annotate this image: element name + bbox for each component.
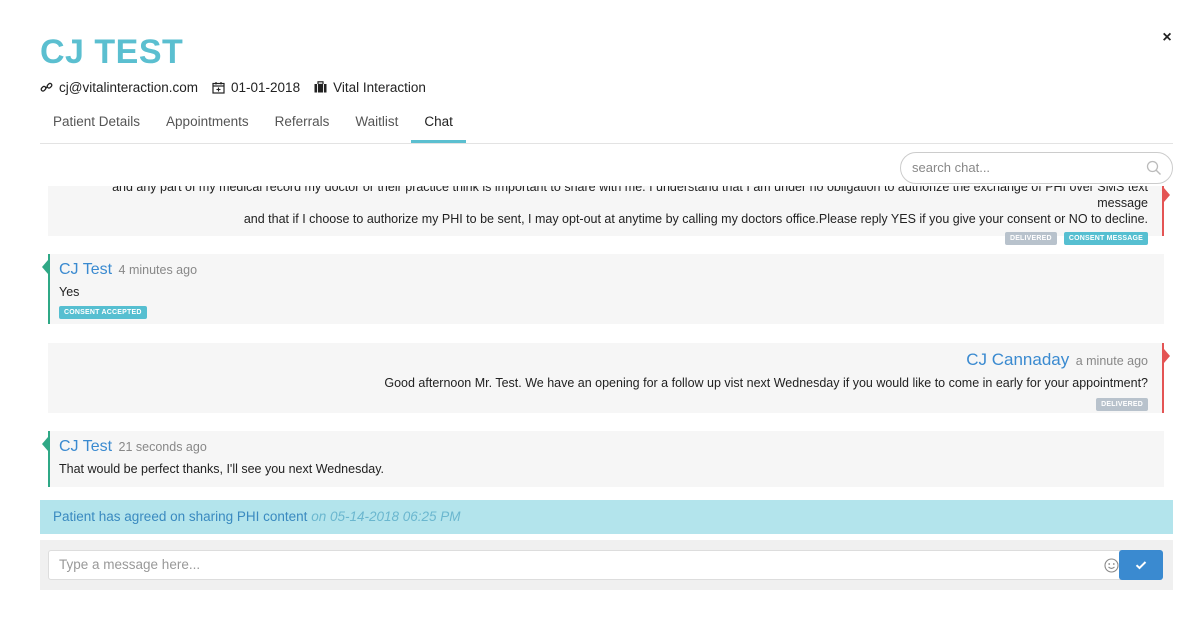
- send-button[interactable]: [1119, 550, 1163, 580]
- message-sender: CJ Test: [59, 438, 113, 455]
- message-time: 21 seconds ago: [118, 440, 207, 454]
- chat-message: and any part of my medical record my doc…: [48, 186, 1170, 245]
- check-icon: [1135, 561, 1147, 570]
- message-sender: CJ Test: [59, 261, 113, 278]
- meta-dob: 01-01-2018: [212, 80, 300, 95]
- tab-patient-details[interactable]: Patient Details: [40, 106, 153, 143]
- emoji-icon[interactable]: [1104, 558, 1119, 578]
- agreement-text: Patient has agreed on sharing PHI conten…: [53, 509, 308, 524]
- message-text: Yes: [59, 285, 80, 299]
- meta-email: cj@vitalinteraction.com: [40, 80, 198, 95]
- status-badge-consent-accepted: CONSENT ACCEPTED: [59, 306, 147, 319]
- chat-search-input[interactable]: [912, 160, 1132, 175]
- chat-message: CJ Test 4 minutes ago Yes CONSENT ACCEPT…: [42, 254, 1164, 324]
- phi-agreement-banner: Patient has agreed on sharing PHI conten…: [40, 500, 1173, 534]
- status-badge-consent-message: CONSENT MESSAGE: [1063, 232, 1148, 245]
- message-input-wrapper: [48, 550, 1157, 580]
- link-icon: [40, 82, 53, 92]
- patient-tabs: Patient Details Appointments Referrals W…: [40, 106, 1173, 144]
- message-composer: [40, 540, 1173, 590]
- tab-waitlist[interactable]: Waitlist: [342, 106, 411, 143]
- status-badge-delivered: DELIVERED: [1096, 398, 1148, 411]
- tab-appointments[interactable]: Appointments: [153, 106, 262, 143]
- chat-message: CJ Cannaday a minute ago Good afternoon …: [48, 343, 1170, 413]
- tab-referrals[interactable]: Referrals: [262, 106, 343, 143]
- tab-chat[interactable]: Chat: [411, 106, 466, 143]
- calendar-icon: [212, 81, 225, 94]
- status-badge-delivered: DELIVERED: [1004, 232, 1057, 245]
- agreement-date: on 05-14-2018 06:25 PM: [311, 509, 461, 524]
- patient-meta: cj@vitalinteraction.com 01-01-2018 Vital…: [40, 78, 440, 96]
- patient-organization: Vital Interaction: [333, 79, 426, 95]
- briefcase-icon: [314, 81, 327, 93]
- chat-search[interactable]: [900, 152, 1173, 184]
- meta-organization: Vital Interaction: [314, 80, 426, 95]
- patient-email: cj@vitalinteraction.com: [59, 79, 199, 95]
- chat-message-list[interactable]: and any part of my medical record my doc…: [40, 186, 1173, 491]
- message-input[interactable]: [59, 557, 1059, 572]
- close-button[interactable]: ×: [1159, 30, 1175, 46]
- message-text: That would be perfect thanks, I'll see y…: [59, 462, 385, 476]
- message-text: and any part of my medical record my doc…: [112, 186, 1148, 210]
- message-time: 4 minutes ago: [118, 263, 198, 277]
- message-sender: CJ Cannaday: [966, 350, 1070, 369]
- search-icon[interactable]: [1146, 160, 1162, 181]
- patient-name-title: CJ TEST: [40, 33, 184, 71]
- message-time: a minute ago: [1075, 354, 1148, 368]
- patient-dob: 01-01-2018: [231, 79, 301, 95]
- message-text: Good afternoon Mr. Test. We have an open…: [384, 376, 1148, 390]
- chat-message: CJ Test 21 seconds ago That would be per…: [42, 431, 1164, 487]
- message-text: and that if I choose to authorize my PHI…: [243, 212, 1148, 226]
